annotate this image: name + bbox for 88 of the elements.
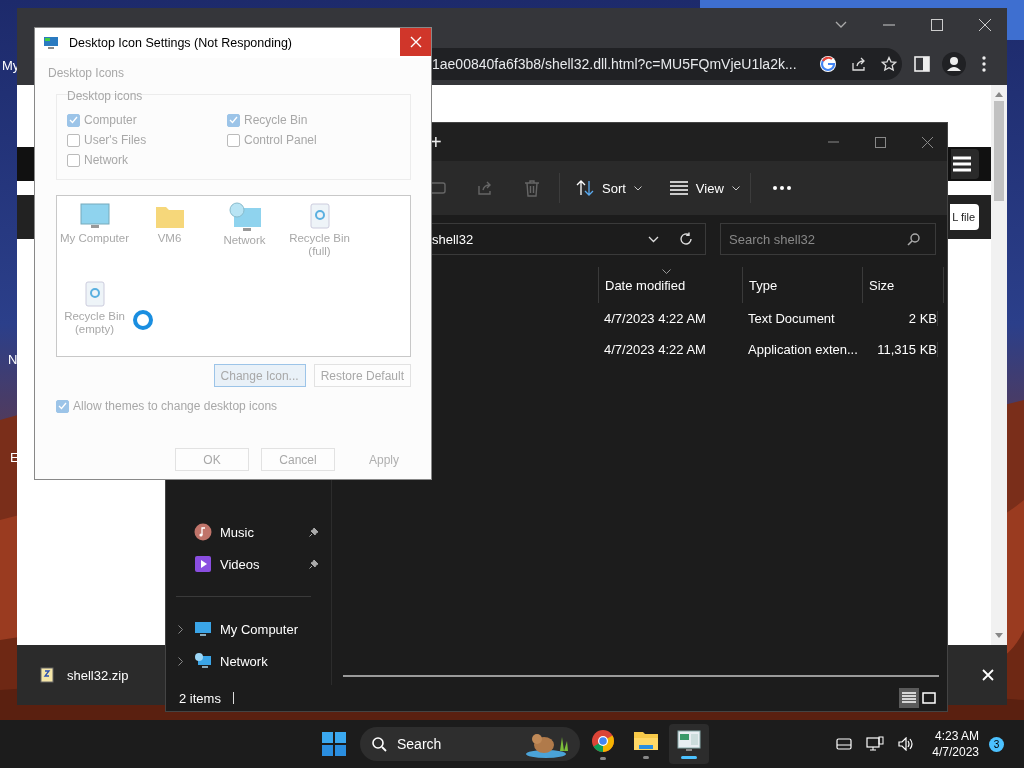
column-header[interactable]: Size [862,267,944,303]
network-icon [194,652,212,670]
new-tab-button[interactable]: + [430,130,442,154]
scroll-down-icon[interactable] [995,633,1003,639]
list-icon [902,692,916,704]
loading-icon [132,309,154,331]
desktop-icon-label[interactable]: N [8,352,18,367]
nav-item[interactable]: Music [166,516,331,548]
search-icon [907,233,920,246]
search-icon [372,736,387,752]
address-bar[interactable]: 1ae00840fa6f3b8/shell32.dll.html?c=MU5FQmVjeU1la2k... [432,47,902,80]
nav-item[interactable]: Network [166,645,331,677]
size-cell: 2 KB [861,311,938,326]
monitor-icon [194,620,212,638]
nav-item[interactable]: Videos [166,548,331,580]
video-icon [194,555,212,573]
search-field[interactable]: Search [360,727,580,761]
close-icon [409,36,422,48]
type-cell-text: Application exten... [748,342,859,357]
folder-icon [633,729,659,752]
close-button[interactable] [400,28,431,56]
close-icon[interactable] [979,19,991,31]
sort-indicator-icon [662,269,671,274]
checkmark-icon [69,116,78,124]
sort-icon [576,180,594,196]
column-header[interactable]: Type [742,267,862,303]
recycle-bin-icon [83,280,106,308]
sort-button[interactable]: Sort [570,174,648,202]
profile-icon[interactable] [942,51,966,76]
group-label: Desktop icons [66,89,144,103]
maximize-icon[interactable] [931,19,943,31]
checkmark-icon [229,116,238,124]
menu-icon[interactable] [951,149,979,179]
pin-icon [309,559,319,569]
chrome-icon [591,728,615,753]
monitor-icon [79,202,110,230]
list-icon [669,181,688,195]
address-bar[interactable]: shell32 [432,223,706,255]
scroll-up-icon[interactable] [995,91,1003,97]
chevron-down-icon [633,185,642,191]
scrollbar[interactable] [991,85,1007,645]
star-icon[interactable] [880,55,897,72]
scrollbar[interactable] [343,675,939,677]
download-file-name[interactable]: shell32.zip [67,667,129,683]
running-indicator [681,755,697,759]
date-cell-text: 4/7/2023 4:22 AM [604,342,707,357]
maximize-icon[interactable] [875,136,886,148]
running-indicator [600,756,606,760]
page-button[interactable]: L file [950,204,979,230]
network-icon[interactable] [866,736,885,752]
chevron-down-icon [731,185,740,191]
scrollbar-thumb[interactable] [994,101,1004,201]
zip-file-icon [39,667,55,683]
chevron-down-icon[interactable] [835,21,847,29]
google-icon[interactable] [818,54,837,73]
details-view-button[interactable] [899,688,919,708]
side-panel-icon[interactable] [914,55,930,72]
running-indicator [643,755,649,759]
menu-icon[interactable] [982,55,986,72]
volume-icon[interactable] [898,737,915,751]
view-button[interactable]: View [663,174,746,202]
date-cell-text: 4/7/2023 4:22 AM [604,311,707,326]
chevron-right-icon[interactable] [178,624,183,634]
pin-icon [309,527,319,537]
network-icon [227,202,262,232]
chevron-right-icon[interactable] [178,656,183,666]
item-count: 2 items [179,690,221,706]
notification-badge[interactable]: 3 [989,736,1004,752]
more-icon[interactable] [772,186,791,190]
clock[interactable]: 4:23 AM 4/7/2023 [932,727,979,761]
type-cell-text: Text Document [748,311,836,326]
column-header[interactable]: Date modified [598,267,742,303]
start-icon[interactable] [322,732,346,756]
app-icon [43,36,59,50]
music-note-icon [194,523,212,541]
square-icon [922,692,936,704]
nav-item[interactable]: My Computer [166,613,331,645]
recycle-bin-icon [308,202,331,230]
checkmark-icon [58,402,67,410]
refresh-icon[interactable] [679,232,693,246]
window-title: Desktop Icon Settings (Not Responding) [69,36,293,50]
search-field[interactable]: Search shell32 [720,223,936,255]
window-icon [677,729,701,752]
size-cell: 11,315 KB [861,342,938,357]
trash-icon[interactable] [524,179,540,197]
share-icon[interactable] [850,55,867,72]
tablet-icon[interactable] [836,738,853,750]
app-button[interactable] [669,724,709,764]
